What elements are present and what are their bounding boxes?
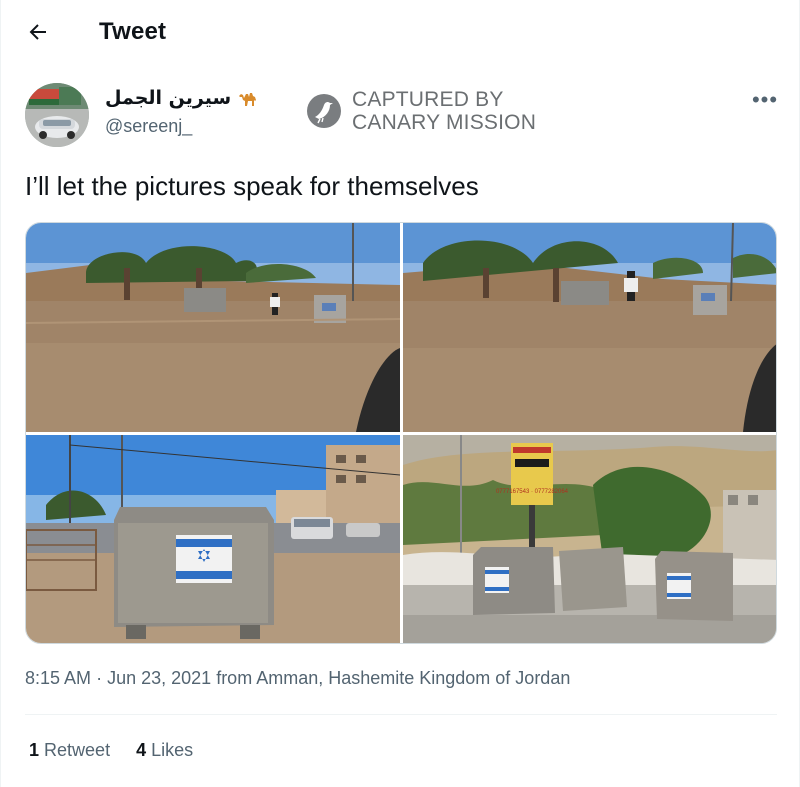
tweet-location: from Amman, Hashemite Kingdom of Jordan <box>216 668 571 688</box>
media-grid: 0777167543 · 0777282064 <box>25 222 777 644</box>
tweet-text: I’ll let the pictures speak for themselv… <box>25 171 479 201</box>
more-button[interactable]: ••• <box>749 88 781 112</box>
likes-label: Likes <box>151 740 194 760</box>
tweet-meta: 8:15 AM · Jun 23, 2021 from Amman, Hashe… <box>25 668 570 689</box>
arrow-left-icon <box>29 24 46 40</box>
user-handle[interactable]: @sereenj_ <box>105 116 192 137</box>
divider <box>25 714 777 715</box>
top-bar: Tweet <box>1 0 800 64</box>
tweet-timestamp-link[interactable]: 8:15 AM · Jun 23, 2021 <box>25 668 211 688</box>
retweets-stat[interactable]: 1 Retweet <box>29 740 110 761</box>
camel-emoji-icon <box>239 93 257 106</box>
avatar[interactable] <box>25 83 89 147</box>
tweet-photo-3[interactable] <box>26 435 400 643</box>
retweets-count: 1 <box>29 740 40 760</box>
retweets-label: Retweet <box>44 740 111 760</box>
more-dots-icon: ••• <box>751 87 779 112</box>
tweet-photo-2[interactable] <box>403 223 776 432</box>
tweet-photo-1[interactable] <box>26 223 400 432</box>
watermark-line-1: CAPTURED BY <box>352 88 504 111</box>
display-name: سيرين الجمل <box>105 87 232 109</box>
likes-stat[interactable]: 4 Likes <box>136 740 193 761</box>
tweet-time: 8:15 AM <box>25 668 92 688</box>
likes-count: 4 <box>136 740 147 760</box>
tweet-stats: 1 Retweet 4 Likes <box>29 740 193 761</box>
sign-phone-text: 0777167543 · 0777282064 <box>496 489 569 495</box>
tweet-photo-4[interactable]: 0777167543 · 0777282064 <box>403 435 776 643</box>
canary-mission-watermark: CAPTURED BY CANARY MISSION <box>306 88 536 134</box>
tweet-page: Tweet سيرين الجمل @sereenj_ CAPTURED BY … <box>0 0 800 787</box>
meta-separator: · <box>96 668 103 688</box>
display-name-link[interactable]: سيرين الجمل <box>105 87 259 109</box>
back-button[interactable] <box>19 14 57 50</box>
watermark-line-2: CANARY MISSION <box>352 111 537 134</box>
tweet-date: Jun 23, 2021 <box>107 668 212 688</box>
canary-bird-icon <box>307 94 341 128</box>
page-title: Tweet <box>99 18 167 45</box>
